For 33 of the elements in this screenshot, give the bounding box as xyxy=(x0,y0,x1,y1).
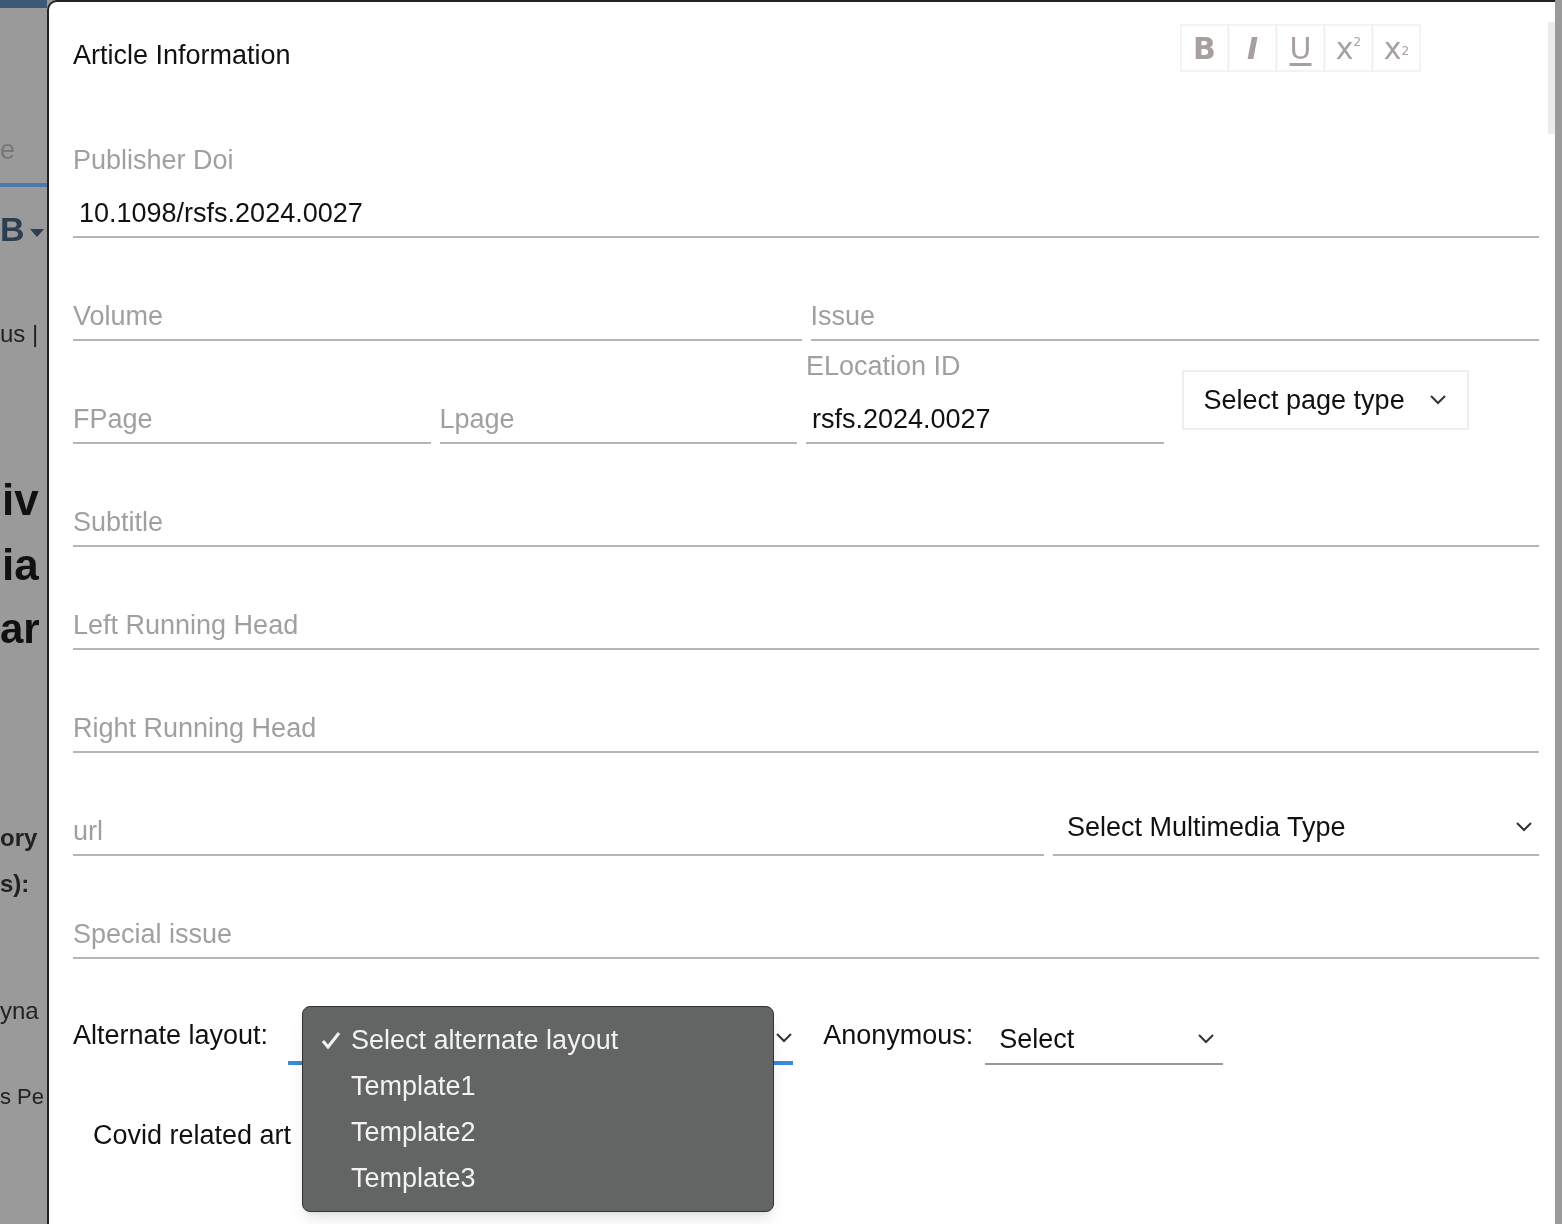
text-field[interactable]: Volume xyxy=(73,293,802,341)
page-type-select[interactable]: Select page type xyxy=(1181,370,1469,430)
menu-option[interactable]: Template2 xyxy=(303,1113,773,1151)
menu-option[interactable]: Template3 xyxy=(303,1159,773,1197)
background-text: iv xyxy=(2,478,39,522)
background-text: B xyxy=(0,212,25,246)
text-field[interactable]: 10.1098/rsfs.2024.0027 xyxy=(73,190,1539,238)
field-label: Anonymous: xyxy=(823,1018,974,1052)
multimedia-type-select[interactable]: Select Multimedia Type xyxy=(1053,800,1539,856)
text-field[interactable]: rsfs.2024.0027 xyxy=(806,396,1164,444)
text-field[interactable]: url xyxy=(73,808,1044,856)
field-label: ELocation ID xyxy=(806,353,962,380)
text-field[interactable]: FPage xyxy=(73,396,431,444)
background-text: us | xyxy=(0,322,39,346)
text-field[interactable]: Subtitle xyxy=(73,499,1539,547)
text-field[interactable]: Special issue xyxy=(73,911,1539,959)
text-field[interactable]: Right Running Head xyxy=(73,705,1539,753)
field-label: Publisher Doi xyxy=(73,147,235,174)
field-label: Covid related art xyxy=(93,1120,292,1150)
background-text: ory xyxy=(0,826,38,850)
text-field[interactable]: Lpage xyxy=(439,396,797,444)
field-label: Alternate layout: xyxy=(73,1018,269,1052)
background-text: yna xyxy=(0,999,39,1023)
background-text: s Pe xyxy=(0,1086,45,1108)
text-field[interactable]: Issue xyxy=(810,293,1539,341)
menu-option[interactable]: Template1 xyxy=(303,1067,773,1105)
background-text: s): xyxy=(0,872,30,896)
text-field[interactable]: Left Running Head xyxy=(73,602,1539,650)
background-text: ar xyxy=(0,608,40,650)
dialog-title: Article Information xyxy=(73,39,291,72)
menu-option[interactable]: Select alternate layout xyxy=(303,1021,773,1059)
anonymous-select[interactable]: Select xyxy=(985,1015,1224,1065)
background-text: ia xyxy=(2,543,39,587)
